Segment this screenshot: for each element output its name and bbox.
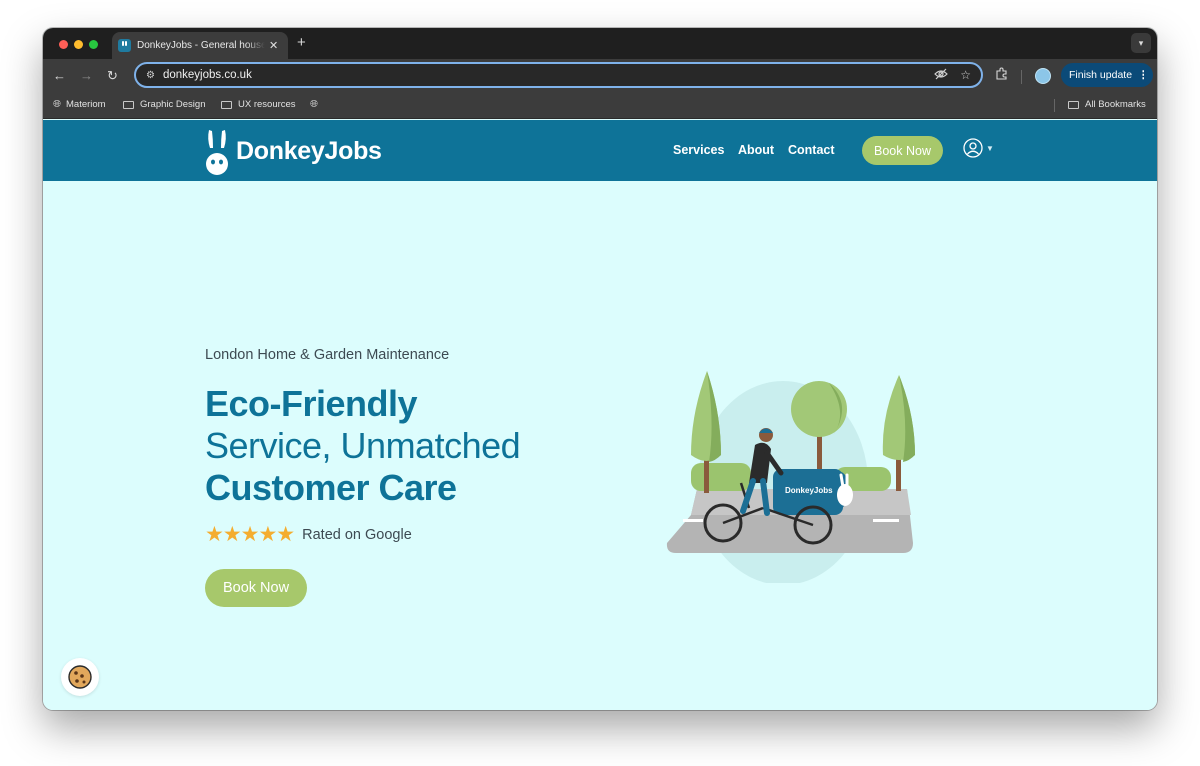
nav-about[interactable]: About	[738, 143, 774, 157]
bookmark-label: UX resources	[238, 99, 296, 110]
toolbar-divider	[1021, 70, 1022, 84]
bookmark-globe[interactable]: 🌐︎	[310, 99, 323, 110]
header-book-now-button[interactable]: Book Now	[862, 136, 943, 165]
bookmarks-divider	[1054, 99, 1055, 112]
maximize-window-button[interactable]	[89, 40, 98, 49]
address-bar[interactable]: ⚙ donkeyjobs.co.uk ☆	[134, 62, 983, 88]
folder-icon	[221, 100, 232, 109]
brand-logo[interactable]: DonkeyJobs	[204, 126, 382, 176]
bookmark-label: Materiom	[66, 99, 106, 110]
five-star-icon: ★★★★★	[205, 523, 295, 546]
chevron-down-icon: ▼	[986, 143, 994, 153]
globe-icon: 🌐︎	[53, 99, 61, 110]
eye-off-icon[interactable]	[934, 68, 949, 83]
bookmark-ux-resources[interactable]: UX resources	[221, 99, 296, 110]
minimize-window-button[interactable]	[74, 40, 83, 49]
donkey-favicon-icon	[118, 39, 131, 52]
tab-strip: DonkeyJobs - General household services …	[43, 28, 1157, 59]
cookie-icon	[68, 665, 92, 689]
profile-avatar[interactable]	[1035, 68, 1051, 84]
cookie-consent-button[interactable]	[61, 658, 99, 696]
more-menu-icon[interactable]: ⋮	[1138, 69, 1149, 81]
tab-close-icon[interactable]: ✕	[269, 39, 278, 52]
rating-label: Rated on Google	[302, 526, 412, 543]
bookmark-materiom[interactable]: 🌐︎ Materiom	[53, 99, 106, 110]
globe-icon: 🌐︎	[310, 99, 318, 110]
all-bookmarks-label: All Bookmarks	[1085, 99, 1146, 110]
new-tab-button[interactable]: +	[297, 34, 306, 51]
nav-contact[interactable]: Contact	[788, 143, 835, 157]
cargo-bike-illustration: DonkeyJobs	[666, 371, 915, 583]
extensions-icon[interactable]	[995, 67, 1008, 83]
nav-services[interactable]: Services	[673, 143, 724, 157]
account-menu[interactable]: ▼	[963, 138, 994, 158]
tab-title: DonkeyJobs - General household services	[137, 40, 265, 51]
folder-icon	[1068, 100, 1079, 109]
account-icon	[963, 138, 983, 158]
hero-book-now-button[interactable]: Book Now	[205, 569, 307, 607]
forward-arrow-icon[interactable]: →	[80, 67, 93, 85]
reload-icon[interactable]: ↻	[107, 67, 118, 85]
headline-line-2: Service, Unmatched	[205, 425, 521, 466]
brand-name: DonkeyJobs	[236, 136, 382, 165]
browser-window: DonkeyJobs - General household services …	[43, 28, 1157, 710]
bookmark-graphic-design[interactable]: Graphic Design	[123, 99, 205, 110]
hero-headline: Eco-Friendly Service, Unmatched Customer…	[205, 383, 521, 509]
star-icon[interactable]: ☆	[960, 68, 971, 82]
browser-toolbar: ← → ↻ ⚙ donkeyjobs.co.uk ☆ Finish update…	[43, 59, 1157, 93]
hero-subtitle: London Home & Garden Maintenance	[205, 347, 450, 363]
back-arrow-icon[interactable]: ←	[53, 67, 66, 85]
site-header: DonkeyJobs Services About Contact Book N…	[43, 120, 1157, 181]
google-rating: ★★★★★ Rated on Google	[205, 522, 412, 547]
all-bookmarks-button[interactable]: All Bookmarks	[1068, 99, 1146, 110]
headline-line-3: Customer Care	[205, 467, 457, 508]
site-settings-icon[interactable]: ⚙	[146, 70, 155, 81]
bookmarks-bar: 🌐︎ Materiom Graphic Design UX resources …	[43, 93, 1157, 119]
finish-update-label: Finish update	[1069, 69, 1133, 81]
close-window-button[interactable]	[59, 40, 68, 49]
cart-label: DonkeyJobs	[785, 486, 833, 495]
finish-update-button[interactable]: Finish update ⋮	[1061, 63, 1153, 87]
tab-search-chevron-icon[interactable]: ▾	[1131, 33, 1151, 53]
url-text[interactable]: donkeyjobs.co.uk	[163, 69, 922, 81]
bookmark-label: Graphic Design	[140, 99, 206, 110]
folder-icon	[123, 100, 134, 109]
browser-tab-active[interactable]: DonkeyJobs - General household services …	[112, 32, 288, 59]
hero-section: London Home & Garden Maintenance Eco-Fri…	[43, 181, 1157, 710]
headline-line-1: Eco-Friendly	[205, 383, 418, 424]
donkey-logo-icon	[206, 130, 228, 175]
